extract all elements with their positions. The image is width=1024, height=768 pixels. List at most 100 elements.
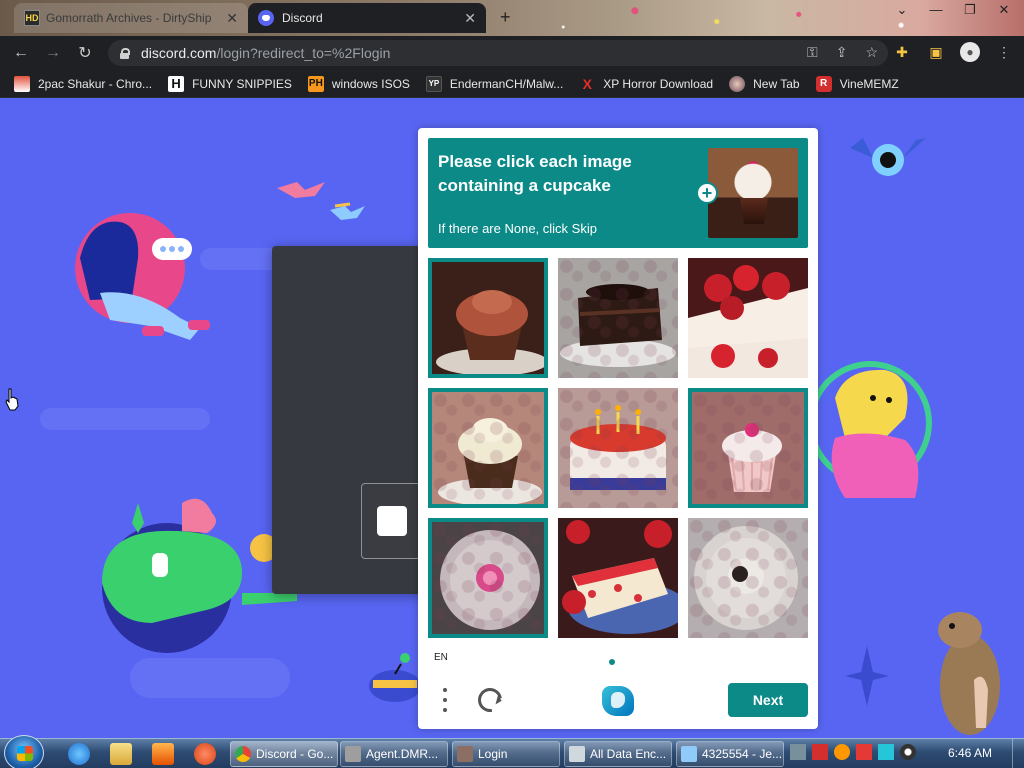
network-icon[interactable] <box>878 744 894 760</box>
back-icon[interactable]: ← <box>10 42 32 64</box>
captcha-prompt: Please click each image containing a cup… <box>428 138 808 248</box>
star-icon[interactable]: ☆ <box>865 44 878 61</box>
task-label: Login <box>478 747 508 761</box>
noise-pattern <box>432 522 544 634</box>
bookmark-label: 2pac Shakur - Chro... <box>38 76 153 91</box>
browser-toolbar: ← → ↻ discord.com/login?redirect_to=%2Fl… <box>0 36 1024 70</box>
share-icon[interactable]: ⇪ <box>836 44 848 61</box>
media-player-icon[interactable] <box>152 743 174 765</box>
chocolate-cupcake-image <box>432 262 544 374</box>
grid-image-6[interactable] <box>688 388 808 508</box>
task-4325554[interactable]: 4325554 - Je... <box>676 741 784 767</box>
window-icon <box>681 746 697 762</box>
tab-label: Gomorrath Archives - DirtyShip <box>46 11 212 25</box>
bookmark-funny-snippies[interactable]: H FUNNY SNIPPIES <box>168 75 292 92</box>
bookmark-2pac[interactable]: 2pac Shakur - Chro... <box>14 75 153 92</box>
side-panel-icon[interactable]: ▣ <box>926 42 946 62</box>
more-menu-icon[interactable]: ⋮ <box>994 42 1014 62</box>
extensions-icon[interactable]: ✚ <box>892 42 912 62</box>
hd-icon: HD <box>24 10 40 26</box>
discord-login-page: Please click each image containing a cup… <box>0 98 1024 738</box>
minimize-icon[interactable]: — <box>926 0 946 18</box>
close-icon[interactable]: ✕ <box>464 10 476 27</box>
grid-image-5[interactable] <box>558 388 678 508</box>
key-icon[interactable]: ⚿ <box>807 44 818 61</box>
restore-icon[interactable]: ❐ <box>960 0 980 18</box>
refresh-icon[interactable] <box>473 683 507 717</box>
grid-image-8[interactable] <box>558 518 678 638</box>
url-host: discord.com <box>141 45 217 61</box>
bookmarks-bar: 2pac Shakur - Chro... H FUNNY SNIPPIES PH… <box>0 70 1024 98</box>
task-label: 4325554 - Je... <box>702 747 783 761</box>
bug-creature-illustration <box>369 653 421 702</box>
show-desktop-button[interactable] <box>1012 739 1024 768</box>
bookmark-windows-isos[interactable]: PH windows ISOS <box>307 75 410 92</box>
reload-icon[interactable]: ↻ <box>74 42 96 64</box>
newtab-icon <box>729 75 746 92</box>
task-label: Discord - Go... <box>256 747 334 761</box>
menu-icon[interactable] <box>440 688 450 712</box>
sparkle-icon <box>845 646 889 706</box>
tab-discord[interactable]: Discord ✕ <box>248 3 486 33</box>
chevron-down-icon[interactable]: ⌄ <box>892 0 912 18</box>
plus-icon[interactable]: + <box>696 182 718 204</box>
task-discord[interactable]: Discord - Go... <box>230 741 338 767</box>
close-icon[interactable]: ✕ <box>226 10 238 27</box>
language-selector[interactable]: EN <box>434 652 448 663</box>
task-login[interactable]: Login <box>452 741 560 767</box>
lock-icon[interactable] <box>120 47 130 59</box>
tab-gomorrath[interactable]: HD Gomorrath Archives - DirtyShip ✕ <box>14 3 248 33</box>
discord-icon <box>258 10 274 26</box>
toolbar-right-icons: ✚ ▣ ● ⋮ <box>892 42 1014 62</box>
clock[interactable]: 6:46 AM <box>948 746 992 760</box>
tab-strip: HD Gomorrath Archives - DirtyShip ✕ Disc… <box>0 0 1024 36</box>
forward-icon[interactable]: → <box>42 42 64 64</box>
grid-image-1[interactable] <box>428 258 548 378</box>
window-icon <box>345 746 361 762</box>
close-window-icon[interactable]: ✕ <box>994 0 1014 18</box>
grid-image-7[interactable] <box>428 518 548 638</box>
bookmark-xp-horror[interactable]: X XP Horror Download <box>579 76 714 92</box>
grid-image-2[interactable] <box>558 258 678 378</box>
bookmark-new-tab[interactable]: New Tab <box>729 75 800 92</box>
bookmark-label: EndermanCH/Malw... <box>449 76 564 91</box>
explorer-icon[interactable] <box>110 743 132 765</box>
cloud-decoration <box>130 658 290 698</box>
prompt-subtitle: If there are None, click Skip <box>438 221 597 236</box>
profile-icon[interactable]: ● <box>960 42 980 62</box>
bookmark-label: FUNNY SNIPPIES <box>192 76 292 91</box>
grid-image-3[interactable] <box>688 258 808 378</box>
green-creature-illustration <box>102 498 297 653</box>
taskbar: Discord - Go... Agent.DMR... Login All D… <box>0 735 1024 768</box>
grid-image-4[interactable] <box>428 388 548 508</box>
captcha-checkbox-widget[interactable] <box>361 483 421 559</box>
internet-explorer-icon[interactable] <box>68 743 90 765</box>
volume-icon[interactable] <box>900 744 916 760</box>
app-icon[interactable] <box>194 743 216 765</box>
bookmark-vinememz[interactable]: R VineMEMZ <box>815 75 899 92</box>
task-all-data[interactable]: All Data Enc... <box>564 741 672 767</box>
hcaptcha-logo-icon[interactable] <box>602 686 634 716</box>
bookmark-label: windows ISOS <box>331 76 410 91</box>
grid-image-9[interactable] <box>688 518 808 638</box>
task-agent[interactable]: Agent.DMR... <box>340 741 448 767</box>
address-bar[interactable]: discord.com/login?redirect_to=%2Flogin ⚿… <box>108 40 888 66</box>
tray-icon[interactable] <box>834 744 850 760</box>
start-button[interactable] <box>4 735 44 768</box>
tray-icon[interactable] <box>812 744 828 760</box>
omnibox-icons: ⚿ ⇪ ☆ <box>807 44 878 61</box>
tray-icon[interactable] <box>790 744 806 760</box>
system-tray <box>790 744 916 760</box>
yp-icon: YP <box>425 75 442 92</box>
prompt-title: Please click each image containing a cup… <box>438 152 632 195</box>
flag-icon[interactable] <box>856 744 872 760</box>
birds-illustration <box>277 182 365 220</box>
new-tab-button[interactable]: + <box>500 7 511 28</box>
login-app-icon <box>457 746 473 762</box>
url-path: /login?redirect_to=%2Flogin <box>216 45 391 61</box>
hamster-figure-illustration <box>938 612 1000 735</box>
noise-pattern <box>432 392 544 504</box>
sample-cupcake-image <box>708 148 798 238</box>
next-button[interactable]: Next <box>728 683 808 717</box>
bookmark-endermanch[interactable]: YP EndermanCH/Malw... <box>425 75 564 92</box>
